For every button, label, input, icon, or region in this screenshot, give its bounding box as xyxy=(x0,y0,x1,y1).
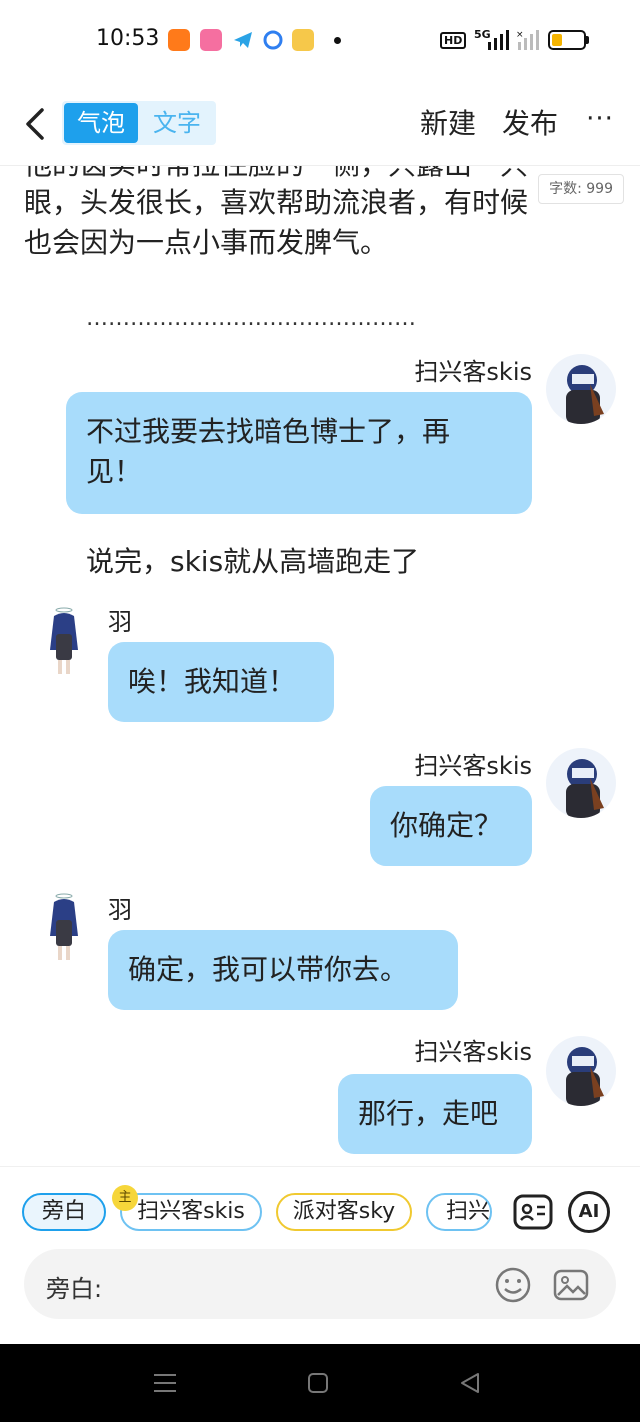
speaker-name: 扫兴客skis xyxy=(414,1038,532,1066)
signal-icon xyxy=(488,30,509,50)
mode-bubble-tab[interactable]: 气泡 xyxy=(64,103,138,143)
message-bubble[interactable]: 那行，走吧 xyxy=(338,1074,532,1154)
svg-text:×: × xyxy=(516,30,524,40)
role-card-icon[interactable] xyxy=(512,1191,554,1233)
new-button[interactable]: 新建 xyxy=(420,102,476,146)
system-nav-bar xyxy=(0,1344,640,1422)
speaker-name: 羽 xyxy=(108,896,132,924)
role-chip-skis[interactable]: 扫兴客skis xyxy=(120,1193,262,1231)
notification-dot xyxy=(334,37,341,44)
speaker-name: 扫兴客skis xyxy=(414,752,532,780)
editor-header: 气泡 文字 新建 发布 ··· xyxy=(0,82,640,166)
story-content[interactable]: 他的齿实时常拉住脸的一侧，只露出一只 眼，头发很长，喜欢帮助流浪者，有时候 也会… xyxy=(0,166,640,1166)
more-icon[interactable]: ··· xyxy=(580,104,620,144)
publish-button[interactable]: 发布 xyxy=(502,102,558,146)
taobao-icon xyxy=(168,29,190,51)
browser-icon xyxy=(263,30,283,50)
status-bar: 10:53 HD 5G × xyxy=(0,0,640,82)
word-count-badge: 字数: 999 xyxy=(538,174,624,204)
signal-2-icon: × xyxy=(516,30,539,50)
back-button[interactable] xyxy=(18,102,54,146)
home-nav-icon[interactable] xyxy=(306,1371,330,1395)
input-role-label: 旁白: xyxy=(46,1275,103,1303)
ai-button[interactable]: AI xyxy=(568,1191,610,1233)
paragraph-line: 也会因为一点小事而发脾气。 xyxy=(24,226,389,259)
message-bubble[interactable]: 唉！我知道！ xyxy=(108,642,334,722)
role-chip-narrator[interactable]: 旁白 xyxy=(22,1193,106,1231)
hd-icon: HD xyxy=(440,32,467,49)
message-input[interactable]: 旁白: xyxy=(24,1249,616,1319)
emoji-icon[interactable] xyxy=(494,1266,532,1304)
avatar-skis[interactable] xyxy=(546,1036,616,1106)
telegram-icon xyxy=(234,32,252,48)
mode-toggle: 气泡 文字 xyxy=(62,101,216,145)
avatar-yu[interactable] xyxy=(44,606,84,678)
menu-nav-icon[interactable] xyxy=(152,1372,178,1394)
divider-ellipsis: ……………………………………… xyxy=(86,306,416,331)
battery-icon xyxy=(548,30,586,50)
speaker-name: 羽 xyxy=(108,608,132,636)
avatar-skis[interactable] xyxy=(546,748,616,818)
role-chip-sky[interactable]: 派对客sky xyxy=(276,1193,412,1231)
message-bubble[interactable]: 你确定？ xyxy=(370,786,532,866)
narration-text[interactable]: 说完，skis就从高墙跑走了 xyxy=(86,540,419,580)
avatar-yu[interactable] xyxy=(44,892,84,964)
input-area: 旁白 扫兴客skis 主 派对客sky 扫兴 AI 旁白: xyxy=(0,1166,640,1344)
host-badge: 主 xyxy=(112,1185,138,1211)
back-nav-icon[interactable] xyxy=(458,1371,482,1395)
mode-text-tab[interactable]: 文字 xyxy=(140,103,214,143)
paragraph-line: 眼，头发很长，喜欢帮助流浪者，有时候 xyxy=(24,186,529,219)
avatar-skis[interactable] xyxy=(546,354,616,424)
message-bubble[interactable]: 不过我要去找暗色博士了，再 见！ xyxy=(66,392,532,514)
notes-icon xyxy=(292,29,314,51)
image-icon[interactable] xyxy=(552,1266,590,1304)
bilibili-icon xyxy=(200,29,222,51)
message-bubble[interactable]: 确定，我可以带你去。 xyxy=(108,930,458,1010)
status-time: 10:53 xyxy=(96,26,160,51)
speaker-name: 扫兴客skis xyxy=(414,358,532,386)
role-chip-partial[interactable]: 扫兴 xyxy=(426,1193,492,1231)
